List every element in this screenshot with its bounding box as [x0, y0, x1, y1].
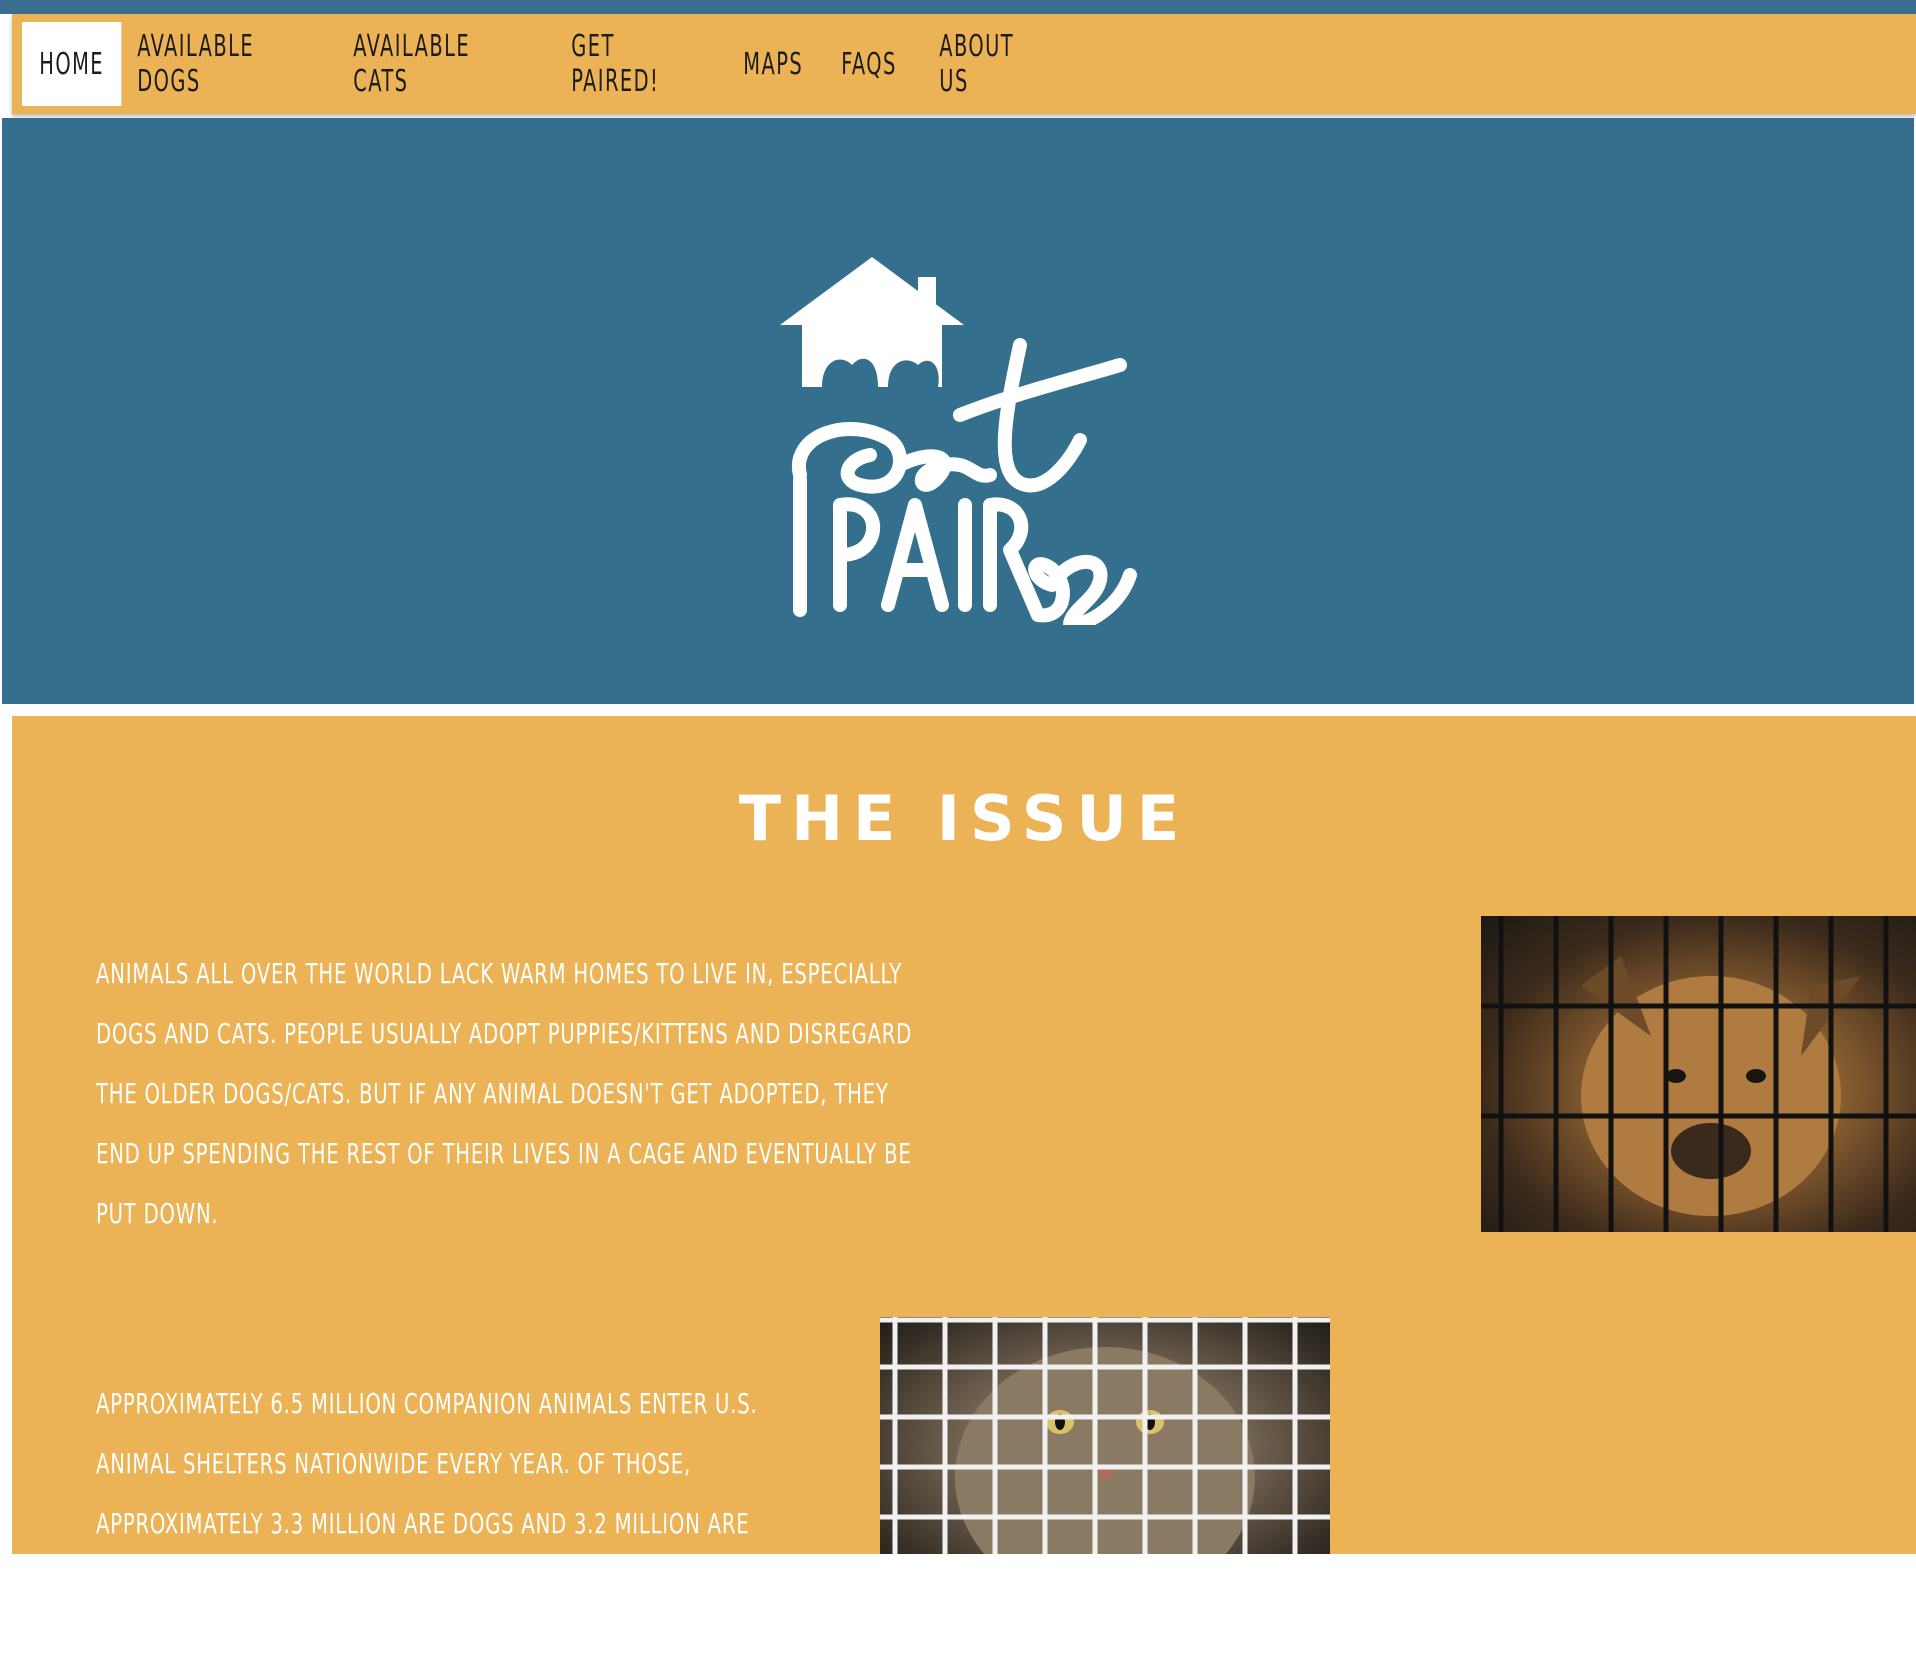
- nav-item-get-paired[interactable]: GET PAIRED!: [554, 22, 677, 106]
- main-nav: HOME AVAILABLE DOGS AVAILABLE CATS GET P…: [12, 14, 1916, 114]
- heart-icon: [1028, 554, 1137, 625]
- nav-item-maps[interactable]: MAPS: [726, 22, 820, 106]
- chimney-shape: [918, 277, 936, 309]
- nav-item-about-us[interactable]: ABOUT US: [922, 22, 1031, 106]
- logo-script-t-stem: [997, 338, 1087, 493]
- nav-item-home[interactable]: HOME: [22, 22, 122, 106]
- logo-script-e: [893, 449, 997, 492]
- nav-item-maps-wrap[interactable]: MAPS: [726, 22, 824, 106]
- caged-cat-image: [880, 1317, 1330, 1554]
- nav-item-get-paired-wrap[interactable]: GET PAIRED!: [554, 22, 726, 106]
- issue-paragraph-1: Animals all over the world lack warm hom…: [96, 957, 913, 1230]
- issue-section: THE ISSUE Animals all over the world lac…: [12, 716, 1916, 1660]
- issue-title: THE ISSUE: [738, 781, 1190, 855]
- caged-dog-image: [1481, 916, 1916, 1232]
- logo-letter-a: [881, 498, 949, 612]
- dog-muzzle: [1671, 1123, 1751, 1179]
- dog-eye-left: [1666, 1069, 1686, 1083]
- nav-item-about-us-wrap[interactable]: ABOUT US: [922, 22, 1072, 106]
- browser-top-strip: [0, 0, 1916, 14]
- logo-script-p: [791, 421, 907, 494]
- nav-item-home-wrap[interactable]: HOME: [22, 22, 122, 106]
- issue-paragraph-2: Approximately 6.5 million companion anim…: [96, 1387, 758, 1660]
- nav-item-available-dogs[interactable]: AVAILABLE DOGS: [120, 22, 274, 106]
- nav-item-available-cats-wrap[interactable]: AVAILABLE CATS: [336, 22, 554, 106]
- logo-script-t-cross: [953, 358, 1127, 422]
- logo-letter-r: [983, 497, 1045, 622]
- nav-item-faqs-wrap[interactable]: FAQS: [824, 22, 922, 106]
- dog-eye-right: [1746, 1069, 1766, 1083]
- section-divider: [0, 704, 1916, 716]
- cat-head-shape: [955, 1347, 1255, 1554]
- nav-item-available-cats[interactable]: AVAILABLE CATS: [336, 22, 492, 106]
- cat-image-illustration: [880, 1317, 1330, 1554]
- nav-item-faqs[interactable]: FAQS: [824, 22, 914, 106]
- pet-pair-logo-icon: [780, 257, 1137, 625]
- logo-letter-p: [833, 497, 881, 612]
- dog-image-illustration: [1481, 916, 1916, 1232]
- nav-item-available-dogs-wrap[interactable]: AVAILABLE DOGS: [120, 22, 336, 106]
